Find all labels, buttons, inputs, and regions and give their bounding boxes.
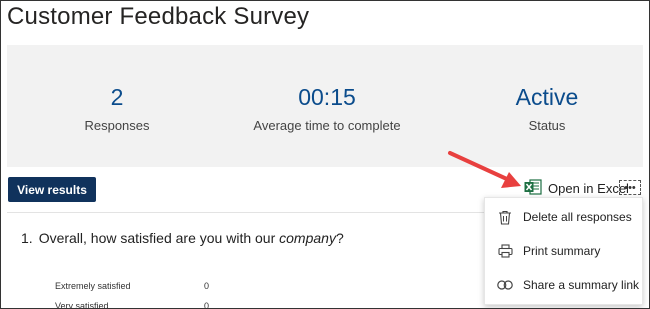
link-icon <box>497 279 513 291</box>
more-options-menu: Delete all responses Print summary Share… <box>484 197 643 305</box>
survey-window: Customer Feedback Survey 2 Responses 00:… <box>0 0 650 309</box>
answer-label: Very satisfied <box>55 301 109 309</box>
stat-label: Responses <box>84 118 150 133</box>
more-options-icon: ••• <box>624 181 636 194</box>
delete-all-responses-menu-item[interactable]: Delete all responses <box>485 202 642 232</box>
view-results-button[interactable]: View results <box>8 177 96 202</box>
print-summary-menu-item[interactable]: Print summary <box>485 236 642 266</box>
question-number: 1. <box>21 230 33 246</box>
stat-status: Active Status <box>437 83 649 133</box>
annotation-arrow <box>448 151 521 188</box>
stat-label: Status <box>528 118 566 133</box>
page-title: Customer Feedback Survey <box>7 3 310 30</box>
stats-panel: 2 Responses 00:15 Average time to comple… <box>7 45 643 167</box>
printer-icon <box>497 244 513 258</box>
trash-icon <box>497 210 513 225</box>
more-options-button[interactable]: ••• <box>619 180 641 195</box>
answer-count: 0 <box>204 301 210 309</box>
menu-item-label: Share a summary link <box>523 278 640 292</box>
stat-value: 00:15 <box>298 84 356 110</box>
question-text-end: ? <box>335 230 344 246</box>
answer-row: Very satisfied 0 <box>55 301 209 309</box>
share-summary-link-menu-item[interactable]: Share a summary link <box>485 270 642 300</box>
open-in-excel-label: Open in Excel <box>548 180 629 196</box>
open-in-excel-link[interactable]: Open in Excel <box>524 178 629 198</box>
menu-item-label: Print summary <box>523 244 601 258</box>
question-emphasis: company <box>279 230 336 246</box>
stat-average-time: 00:15 Average time to complete <box>217 83 437 133</box>
stat-value: 2 <box>110 84 124 110</box>
answer-count: 0 <box>204 281 210 291</box>
stat-value: Active <box>515 84 579 110</box>
answer-label: Extremely satisfied <box>55 281 131 291</box>
question-title: 1. Overall, how satisfied are you with ou… <box>21 230 344 246</box>
menu-item-label: Delete all responses <box>523 210 632 224</box>
stat-responses: 2 Responses <box>7 83 227 133</box>
question-text: Overall, how satisfied are you with our <box>38 230 280 246</box>
stat-label: Average time to complete <box>253 118 401 133</box>
answer-row: Extremely satisfied 0 <box>55 281 209 291</box>
